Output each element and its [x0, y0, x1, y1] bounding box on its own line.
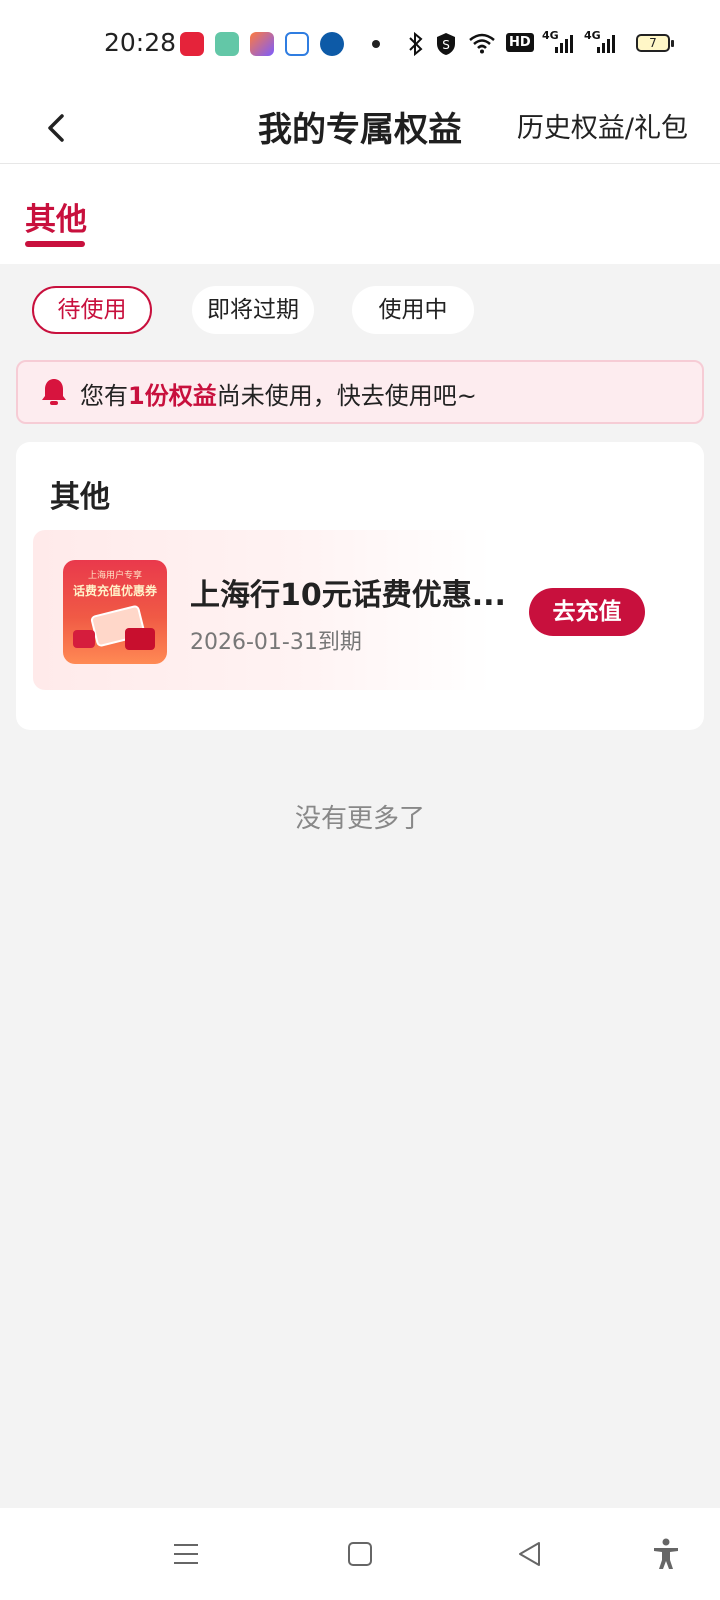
category-tabs: 其他 [0, 164, 720, 264]
coupon-thumbnail: 上海用户专享 话费充值优惠券 [63, 560, 167, 664]
bell-icon [42, 379, 66, 405]
red-envelope-graphic [125, 628, 155, 650]
shield-icon: S [437, 33, 455, 55]
cloud-app-icon [285, 32, 309, 56]
tab-other[interactable]: 其他 [25, 194, 87, 239]
top-app-bar: 我的专属权益 历史权益/礼包 [0, 88, 720, 164]
signal-icon [555, 35, 573, 53]
back-triangle-icon[interactable] [512, 1536, 548, 1572]
history-benefits-link[interactable]: 历史权益/礼包 [517, 106, 688, 145]
bluetooth-icon [409, 32, 423, 56]
filter-in-use[interactable]: 使用中 [352, 286, 474, 334]
no-more-text: 没有更多了 [294, 804, 425, 834]
notice-prefix: 您有 [80, 382, 128, 410]
status-filters: 待使用 即将过期 使用中 [0, 286, 720, 336]
recharge-button[interactable]: 去充值 [529, 588, 645, 636]
battery-icon: 7 [636, 34, 674, 52]
svg-text:S: S [442, 38, 450, 52]
red-envelope-graphic-2 [73, 630, 95, 648]
status-bar: 20:28 S HD 4G 4G 7 [0, 0, 720, 88]
section-title: 其他 [50, 480, 110, 515]
signal-icon-2 [597, 35, 615, 53]
bank-app-icon [320, 32, 344, 56]
benefit-item[interactable]: 上海用户专享 话费充值优惠券 上海行10元话费优惠... 2026-01-31到… [33, 530, 687, 690]
toutiao-app-icon [180, 32, 204, 56]
filter-expiring[interactable]: 即将过期 [192, 286, 314, 334]
unused-benefit-notice: 您有1份权益尚未使用，快去使用吧~ [16, 360, 704, 424]
filter-pending[interactable]: 待使用 [32, 286, 152, 334]
wifi-icon [469, 33, 495, 54]
benefit-section-card: 其他 上海用户专享 话费充值优惠券 上海行10元话费优惠... 2026-01-… [16, 442, 704, 730]
accessibility-icon[interactable] [648, 1536, 684, 1572]
benefit-expiry: 2026-01-31到期 [190, 630, 362, 655]
notice-suffix: 尚未使用，快去使用吧~ [216, 382, 477, 410]
benefit-title: 上海行10元话费优惠... [190, 578, 506, 613]
menu-icon[interactable] [168, 1536, 204, 1572]
notice-highlight: 1份权益 [128, 382, 217, 410]
hd-label: HD [506, 33, 534, 52]
thumb-caption-1: 上海用户专享 [87, 571, 142, 581]
active-tab-indicator [25, 241, 85, 247]
notification-dot-icon [372, 40, 380, 48]
store-app-icon [250, 32, 274, 56]
system-nav-bar [0, 1508, 720, 1600]
home-square-icon[interactable] [342, 1536, 378, 1572]
status-time: 20:28 [104, 28, 177, 57]
thumb-caption-2: 话费充值优惠券 [72, 584, 157, 598]
notice-text: 您有1份权益尚未使用，快去使用吧~ [80, 376, 477, 411]
gallery-app-icon [215, 32, 239, 56]
